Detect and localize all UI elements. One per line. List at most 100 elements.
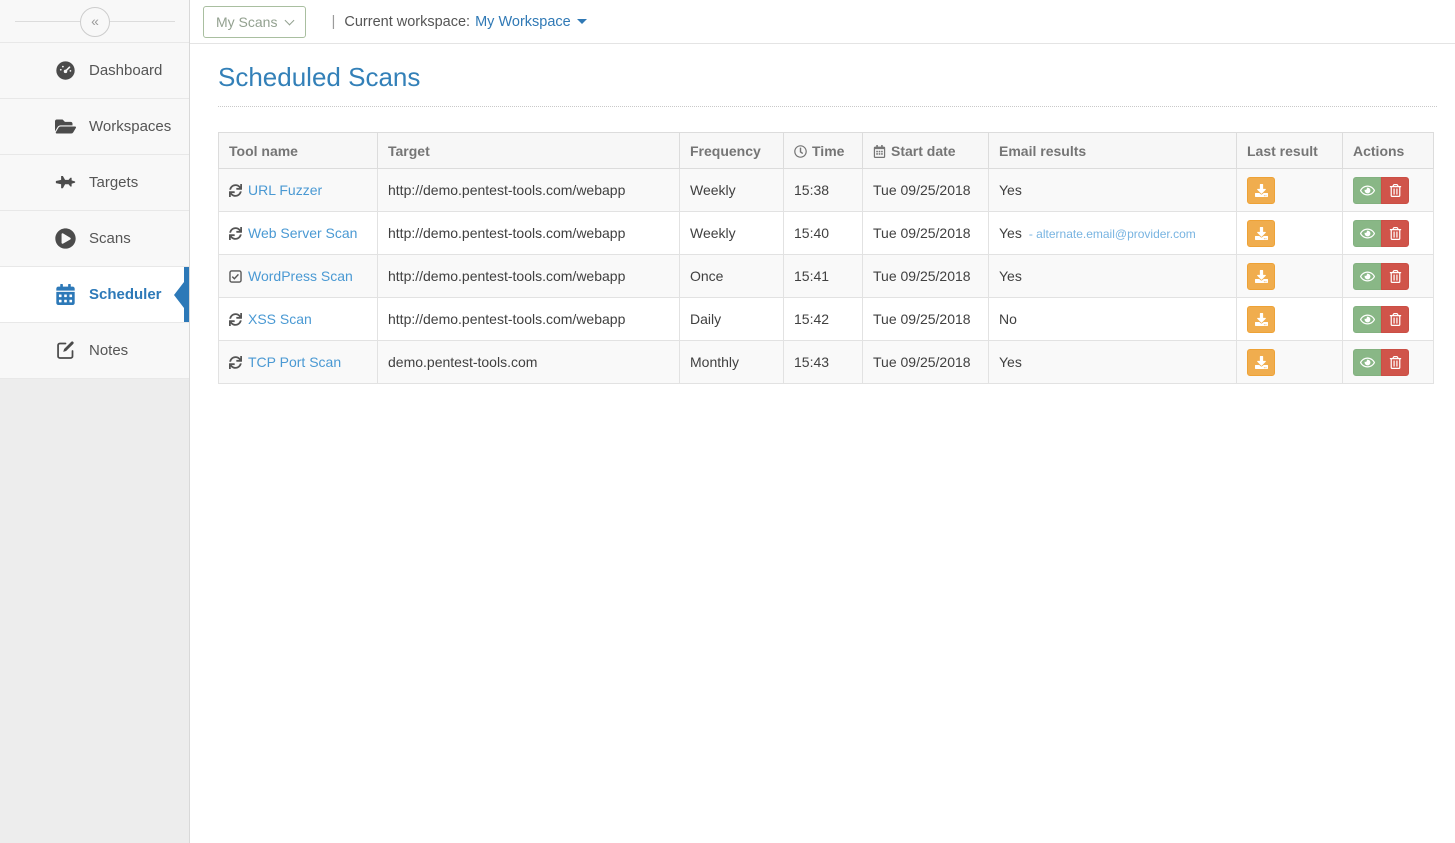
eye-icon: [1360, 355, 1375, 370]
eye-icon: [1360, 269, 1375, 284]
tool-link[interactable]: XSS Scan: [248, 311, 312, 327]
start-date-cell: Tue 09/25/2018: [863, 341, 989, 384]
target-cell: demo.pentest-tools.com: [378, 341, 680, 384]
trash-icon: [1389, 356, 1402, 369]
start-date-cell: Tue 09/25/2018: [863, 169, 989, 212]
refresh-icon: [229, 313, 242, 326]
app-root: « Dashboard Workspaces Targets Scans Sch…: [0, 0, 1455, 843]
workspace-name: My Workspace: [475, 14, 571, 30]
download-last-result-button[interactable]: [1247, 263, 1275, 290]
sidebar-item-label: Targets: [89, 174, 138, 191]
header-last-result: Last result: [1237, 133, 1343, 169]
sidebar-collapse-button[interactable]: «: [80, 7, 110, 37]
start-date-cell: Tue 09/25/2018: [863, 255, 989, 298]
tool-link[interactable]: Web Server Scan: [248, 225, 357, 241]
eye-icon: [1360, 183, 1375, 198]
header-time: Time: [784, 133, 863, 169]
view-scan-button[interactable]: [1353, 177, 1381, 204]
header-target: Target: [378, 133, 680, 169]
sidebar-item-scans[interactable]: Scans: [0, 211, 189, 267]
sidebar-item-targets[interactable]: Targets: [0, 155, 189, 211]
workspace-selector[interactable]: My Workspace: [475, 14, 587, 30]
scheduler-calendar-icon: [55, 284, 76, 305]
scheduled-scans-table: Tool name Target Frequency Time Start da…: [218, 132, 1434, 384]
delete-scan-button[interactable]: [1381, 306, 1409, 333]
download-icon: [1255, 313, 1268, 326]
download-icon: [1255, 356, 1268, 369]
delete-scan-button[interactable]: [1381, 349, 1409, 376]
header-email-results: Email results: [989, 133, 1237, 169]
sidebar-header: «: [0, 0, 189, 43]
delete-scan-button[interactable]: [1381, 263, 1409, 290]
eye-icon: [1360, 312, 1375, 327]
workspaces-folder-icon: [55, 116, 76, 137]
topbar-separator: |: [331, 13, 335, 30]
download-last-result-button[interactable]: [1247, 306, 1275, 333]
my-scans-dropdown[interactable]: My Scans: [203, 6, 306, 38]
email-results-value: Yes: [999, 354, 1022, 370]
main-area: My Scans | Current workspace: My Workspa…: [190, 0, 1455, 843]
sidebar-item-label: Notes: [89, 342, 128, 359]
email-results-value: No: [999, 311, 1017, 327]
frequency-cell: Monthly: [680, 341, 784, 384]
table-row: TCP Port Scan demo.pentest-tools.com Mon…: [219, 341, 1434, 384]
refresh-icon: [229, 356, 242, 369]
sidebar-item-label: Scheduler: [89, 286, 162, 303]
sidebar-item-label: Workspaces: [89, 118, 171, 135]
frequency-cell: Daily: [680, 298, 784, 341]
time-cell: 15:38: [784, 169, 863, 212]
time-cell: 15:43: [784, 341, 863, 384]
refresh-icon: [229, 227, 242, 240]
topbar: My Scans | Current workspace: My Workspa…: [190, 0, 1455, 44]
eye-icon: [1360, 226, 1375, 241]
time-cell: 15:42: [784, 298, 863, 341]
calendar-icon: [873, 145, 886, 158]
download-icon: [1255, 270, 1268, 283]
view-scan-button[interactable]: [1353, 220, 1381, 247]
frequency-cell: Weekly: [680, 212, 784, 255]
targets-jet-icon: [55, 172, 76, 193]
trash-icon: [1389, 270, 1402, 283]
start-date-cell: Tue 09/25/2018: [863, 298, 989, 341]
target-cell: http://demo.pentest-tools.com/webapp: [378, 298, 680, 341]
time-cell: 15:40: [784, 212, 863, 255]
start-date-cell: Tue 09/25/2018: [863, 212, 989, 255]
active-indicator-bar: [184, 267, 189, 322]
table-row: WordPress Scan http://demo.pentest-tools…: [219, 255, 1434, 298]
sidebar-item-workspaces[interactable]: Workspaces: [0, 99, 189, 155]
tool-link[interactable]: WordPress Scan: [248, 268, 353, 284]
header-frequency: Frequency: [680, 133, 784, 169]
sidebar-item-dashboard[interactable]: Dashboard: [0, 43, 189, 99]
sidebar-item-label: Dashboard: [89, 62, 162, 79]
notes-edit-icon: [55, 340, 76, 361]
email-alt-address: - alternate.email@provider.com: [1029, 227, 1196, 241]
delete-scan-button[interactable]: [1381, 220, 1409, 247]
email-results-value: Yes: [999, 182, 1022, 198]
active-indicator-arrow: [174, 282, 184, 308]
view-scan-button[interactable]: [1353, 349, 1381, 376]
sidebar-item-notes[interactable]: Notes: [0, 323, 189, 379]
header-actions: Actions: [1343, 133, 1434, 169]
sidebar: « Dashboard Workspaces Targets Scans Sch…: [0, 0, 190, 843]
sidebar-item-label: Scans: [89, 230, 131, 247]
view-scan-button[interactable]: [1353, 306, 1381, 333]
download-last-result-button[interactable]: [1247, 177, 1275, 204]
refresh-icon: [229, 184, 242, 197]
title-divider: [218, 106, 1437, 107]
email-results-value: Yes: [999, 225, 1022, 241]
table-header-row: Tool name Target Frequency Time Start da…: [219, 133, 1434, 169]
trash-icon: [1389, 313, 1402, 326]
download-last-result-button[interactable]: [1247, 349, 1275, 376]
tool-link[interactable]: TCP Port Scan: [248, 354, 341, 370]
view-scan-button[interactable]: [1353, 263, 1381, 290]
download-last-result-button[interactable]: [1247, 220, 1275, 247]
table-row: URL Fuzzer http://demo.pentest-tools.com…: [219, 169, 1434, 212]
download-icon: [1255, 227, 1268, 240]
frequency-cell: Weekly: [680, 169, 784, 212]
tool-link[interactable]: URL Fuzzer: [248, 182, 322, 198]
trash-icon: [1389, 184, 1402, 197]
target-cell: http://demo.pentest-tools.com/webapp: [378, 169, 680, 212]
delete-scan-button[interactable]: [1381, 177, 1409, 204]
trash-icon: [1389, 227, 1402, 240]
sidebar-item-scheduler[interactable]: Scheduler: [0, 267, 189, 323]
